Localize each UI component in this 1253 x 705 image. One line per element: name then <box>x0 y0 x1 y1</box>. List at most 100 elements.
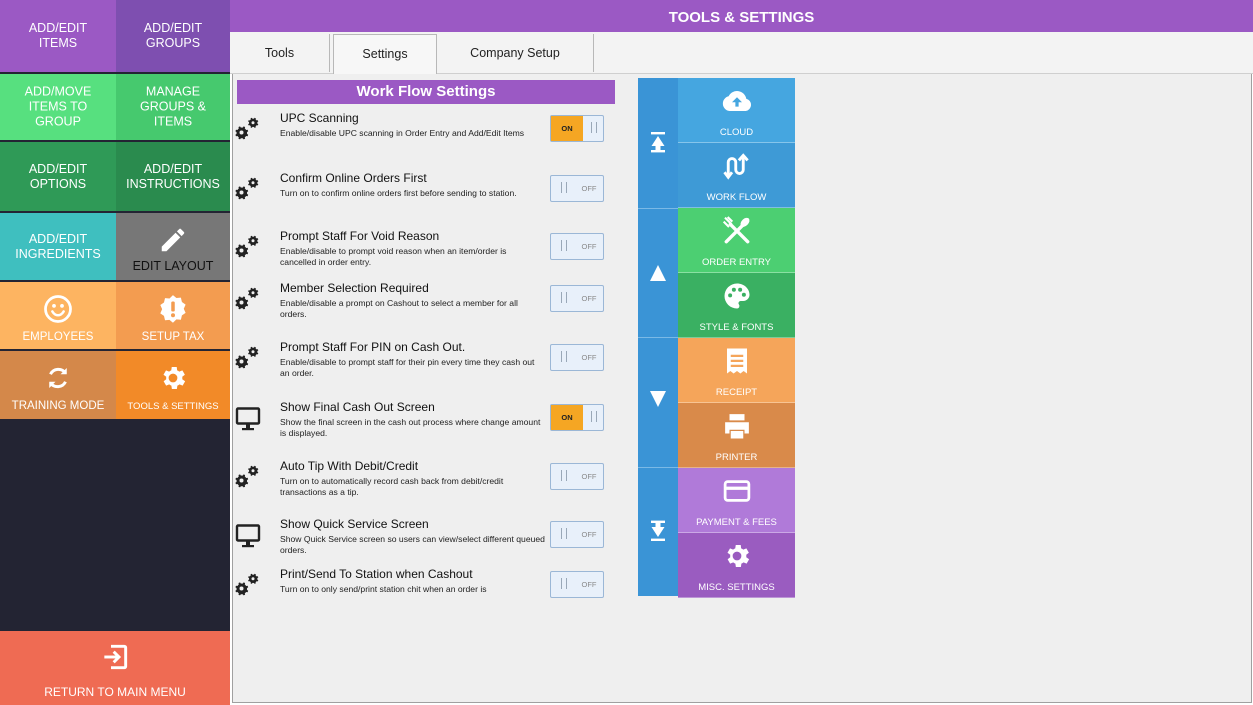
sidebar-tile-employees[interactable]: EMPLOYEES <box>0 282 116 349</box>
setting-description: Show Quick Service screen so users can v… <box>280 534 545 555</box>
setting-description: Turn on to confirm online orders first b… <box>280 188 517 198</box>
setting-toggle[interactable]: ON <box>550 115 604 142</box>
toggle-grip <box>561 528 567 539</box>
sidebar-tile-label: ADD/EDIT INGREDIENTS <box>15 231 101 261</box>
setting-toggle[interactable]: OFF <box>550 521 604 548</box>
setting-title: Member Selection Required <box>280 281 429 295</box>
setting-row-upc-scanning: UPC Scanning Enable/disable UPC scanning … <box>234 111 614 167</box>
setting-toggle[interactable]: OFF <box>550 463 604 490</box>
sidebar-tile-edit-layout[interactable]: EDIT LAYOUT <box>116 213 230 280</box>
category-scroller <box>638 78 678 596</box>
sidebar-tile-add-edit-options[interactable]: ADD/EDIT OPTIONS <box>0 142 116 211</box>
setting-toggle[interactable]: OFF <box>550 175 604 202</box>
setting-title: Prompt Staff For Void Reason <box>280 229 440 243</box>
category-label: PRINTER <box>715 452 758 463</box>
arrow-top-icon <box>649 131 667 158</box>
category-work-flow[interactable]: WORK FLOW <box>678 143 795 208</box>
arrow-bottom-icon <box>649 520 667 547</box>
sidebar-tile-add-edit-instructions[interactable]: ADD/EDIT INSTRUCTIONS <box>116 142 230 211</box>
setting-row-confirm-online-orders-first: Confirm Online Orders First Turn on to co… <box>234 171 614 227</box>
setting-row-show-final-cash-out-screen: Show Final Cash Out Screen Show the final… <box>234 400 614 456</box>
category-style-fonts[interactable]: STYLE & FONTS <box>678 273 795 338</box>
workflow-icon <box>678 149 795 183</box>
exit-icon <box>0 641 230 673</box>
category-label: STYLE & FONTS <box>699 322 774 333</box>
scroll-up-button[interactable] <box>638 260 678 290</box>
category-payment-fees[interactable]: PAYMENT & FEES <box>678 468 795 533</box>
toggle-state: ON <box>561 124 573 133</box>
pencil-icon <box>116 225 230 255</box>
smiley-icon <box>0 294 116 324</box>
setting-row-member-selection-required: Member Selection Required Enable/disable … <box>234 281 614 337</box>
sidebar-tile-label: MANAGE GROUPS & ITEMS <box>140 84 206 129</box>
tab-tools[interactable]: Tools <box>230 34 330 72</box>
sidebar-tile-add-edit-items[interactable]: ADD/EDIT ITEMS <box>0 0 116 72</box>
sidebar-tile-label: ADD/EDIT OPTIONS <box>28 161 88 191</box>
sidebar-tile-add-edit-groups[interactable]: ADD/EDIT GROUPS <box>116 0 230 72</box>
sidebar-tile-setup-tax[interactable]: SETUP TAX <box>116 282 230 349</box>
setting-row-prompt-staff-for-pin-on-cash-out: Prompt Staff For PIN on Cash Out. Enable/… <box>234 340 614 396</box>
scroll-bottom-button[interactable] <box>638 518 678 548</box>
toggle-grip <box>561 351 567 362</box>
setting-toggle[interactable]: OFF <box>550 285 604 312</box>
toggle-state: ON <box>561 413 573 422</box>
setting-toggle[interactable]: OFF <box>550 344 604 371</box>
setting-description: Enable/disable to prompt staff for their… <box>280 357 535 378</box>
return-to-main-menu-button[interactable]: RETURN TO MAIN MENU <box>0 631 230 705</box>
category-label: RECEIPT <box>715 387 758 398</box>
tab-settings[interactable]: Settings <box>333 34 437 74</box>
sidebar-tile-label: EDIT LAYOUT <box>132 259 214 273</box>
setting-toggle[interactable]: ON <box>550 404 604 431</box>
sync-icon <box>0 363 116 393</box>
category-label: PAYMENT & FEES <box>696 517 777 528</box>
cloud-upload-icon <box>678 84 795 118</box>
toggle-state: OFF <box>581 580 597 589</box>
category-printer[interactable]: PRINTER <box>678 403 795 468</box>
sidebar-tile-add-move-items-to-group[interactable]: ADD/MOVE ITEMS TO GROUP <box>0 74 116 140</box>
toggle-grip <box>561 470 567 481</box>
scroll-divider <box>638 337 678 338</box>
sidebar-tile-label: TOOLS & SETTINGS <box>127 401 219 412</box>
workflow-title: Work Flow Settings <box>237 80 615 104</box>
toggle-grip <box>561 240 567 251</box>
sidebar-tile-label: ADD/EDIT GROUPS <box>143 21 203 50</box>
gear-icon <box>116 363 230 393</box>
toggle-grip <box>561 578 567 589</box>
utensils-icon <box>678 214 795 248</box>
printer-icon <box>678 409 795 443</box>
gears-icon <box>234 463 264 493</box>
setting-description: Enable/disable to prompt void reason whe… <box>280 246 507 267</box>
scroll-down-button[interactable] <box>638 386 678 416</box>
toggle-grip <box>561 182 567 193</box>
sidebar-tile-add-edit-ingredients[interactable]: ADD/EDIT INGREDIENTS <box>0 213 116 280</box>
category-order-entry[interactable]: ORDER ENTRY <box>678 208 795 273</box>
setting-description: Show the final screen in the cash out pr… <box>280 417 541 438</box>
sidebar-tile-label: ADD/EDIT INSTRUCTIONS <box>126 161 220 191</box>
category-receipt[interactable]: RECEIPT <box>678 338 795 403</box>
gear-icon <box>678 539 795 573</box>
category-cloud[interactable]: CLOUD <box>678 78 795 143</box>
gears-icon <box>234 344 264 374</box>
setting-title: Confirm Online Orders First <box>280 171 427 185</box>
sidebar-tile-training-mode[interactable]: TRAINING MODE <box>0 351 116 419</box>
credit-card-icon <box>678 474 795 508</box>
toggle-state: OFF <box>581 472 597 481</box>
setting-title: Prompt Staff For PIN on Cash Out. <box>280 340 466 354</box>
setting-title: Show Quick Service Screen <box>280 517 429 531</box>
setting-title: Show Final Cash Out Screen <box>280 400 435 414</box>
scroll-top-button[interactable] <box>638 129 678 159</box>
setting-title: UPC Scanning <box>280 111 359 125</box>
category-label: WORK FLOW <box>706 192 767 203</box>
sidebar-tile-tools-settings[interactable]: TOOLS & SETTINGS <box>116 351 230 419</box>
setting-description: Enable/disable UPC scanning in Order Ent… <box>280 128 525 138</box>
category-misc-settings[interactable]: MISC. SETTINGS <box>678 533 795 598</box>
toggle-grip <box>561 292 567 303</box>
toggle-state: OFF <box>581 242 597 251</box>
tab-company-setup[interactable]: Company Setup <box>437 34 594 72</box>
gears-icon <box>234 233 264 263</box>
scroll-divider <box>638 208 678 209</box>
sidebar-tile-manage-groups-items[interactable]: MANAGE GROUPS & ITEMS <box>116 74 230 140</box>
sidebar-tile-label: ADD/MOVE ITEMS TO GROUP <box>24 84 92 129</box>
setting-toggle[interactable]: OFF <box>550 233 604 260</box>
setting-toggle[interactable]: OFF <box>550 571 604 598</box>
